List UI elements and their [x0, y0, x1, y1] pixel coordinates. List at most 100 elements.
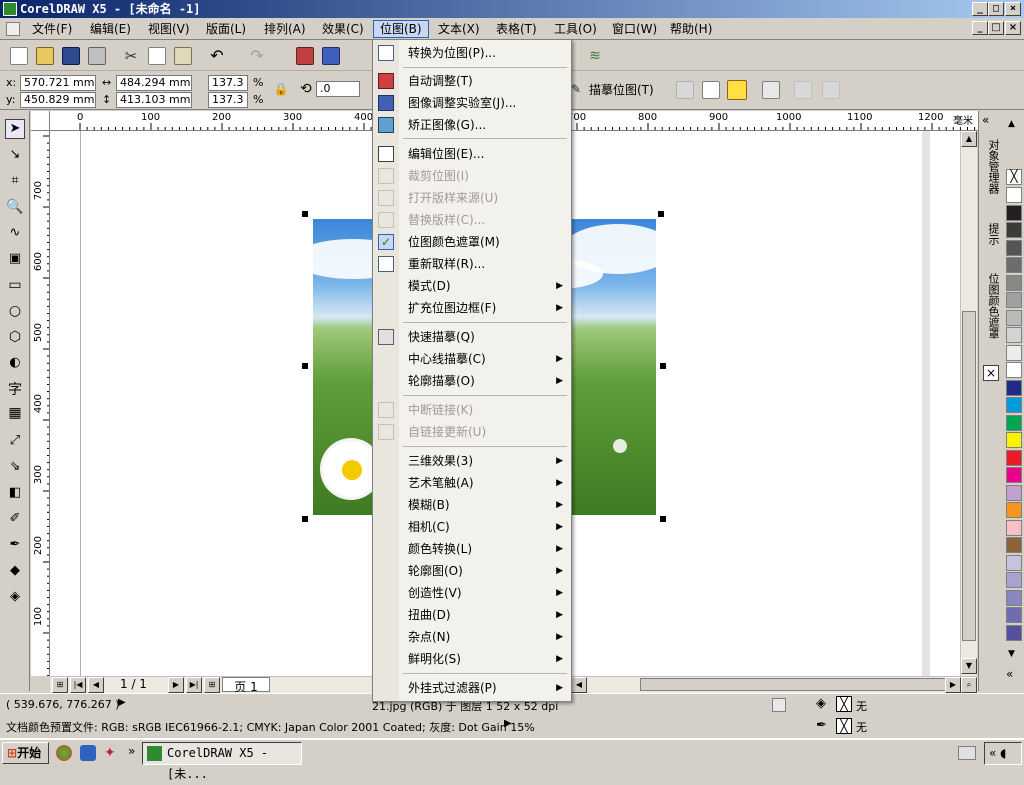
menu-item-replace-layout[interactable]: 替换版样(C)... — [373, 209, 571, 231]
crop-tool-icon[interactable]: ⌗ — [5, 173, 25, 193]
menu-effects[interactable]: 效果(C) — [316, 20, 370, 38]
color-swatch[interactable] — [1006, 572, 1022, 588]
color-mask-icon[interactable] — [727, 80, 747, 100]
wrap-text-icon[interactable] — [762, 81, 780, 99]
menu-item-contour[interactable]: 轮廓图(O) ▶ — [373, 560, 571, 582]
color-swatch[interactable] — [1006, 537, 1022, 553]
color-swatch[interactable] — [1006, 589, 1022, 606]
to-front-icon[interactable] — [794, 81, 812, 99]
doc-minimize-button[interactable]: _ — [972, 21, 988, 35]
ie-icon[interactable] — [80, 745, 96, 761]
color-swatch[interactable] — [1006, 467, 1022, 483]
x-position-field[interactable]: 570.721 mm — [20, 75, 96, 91]
close-docker-icon[interactable]: × — [983, 365, 999, 381]
dimension-tool-icon[interactable]: ⤢ — [5, 433, 25, 453]
menu-item-mode[interactable]: 模式(D) ▶ — [373, 275, 571, 297]
menu-item-inflate-bitmap[interactable]: 扩充位图边框(F) ▶ — [373, 297, 571, 319]
doc-close-button[interactable]: × — [1005, 21, 1021, 35]
print-icon[interactable] — [88, 47, 106, 65]
menu-arrange[interactable]: 排列(A) — [258, 20, 312, 38]
menu-item-update-from-link[interactable]: 自链接更新(U) — [373, 421, 571, 443]
tray-expand-button[interactable]: « ◖ — [984, 742, 1022, 765]
start-button[interactable]: ⊞开始 — [2, 742, 49, 764]
scroll-up-button[interactable]: ▲ — [961, 131, 977, 147]
polygon-tool-icon[interactable]: ⬡ — [5, 329, 25, 349]
outline-tool-icon[interactable]: ✒ — [5, 537, 25, 557]
y-position-field[interactable]: 450.829 mm — [20, 92, 96, 108]
connector-tool-icon[interactable]: ⇘ — [5, 459, 25, 479]
close-button[interactable]: × — [1005, 2, 1021, 16]
redo-icon[interactable]: ↷ — [248, 47, 266, 65]
color-swatch[interactable] — [1006, 362, 1022, 378]
options-icon[interactable]: ≋ — [586, 47, 604, 65]
doc-restore-button[interactable]: □ — [988, 21, 1004, 35]
menu-item-noise[interactable]: 杂点(N) ▶ — [373, 626, 571, 648]
open-icon[interactable] — [36, 47, 54, 65]
color-swatch[interactable] — [1006, 344, 1022, 361]
menu-item-plugins[interactable]: 外挂式过滤器(P) ▶ — [373, 677, 571, 699]
color-swatch[interactable] — [1006, 484, 1022, 501]
crop-icon[interactable] — [676, 81, 694, 99]
next-page-button[interactable]: ▶ — [168, 677, 184, 693]
lock-ratio-icon[interactable]: 🔒 — [272, 82, 290, 100]
cut-icon[interactable]: ✂ — [122, 47, 140, 65]
menu-bitmaps[interactable]: 位图(B) — [373, 20, 429, 38]
height-field[interactable]: 413.103 mm — [116, 92, 192, 108]
document-icon[interactable] — [2, 20, 26, 38]
color-swatch[interactable] — [1006, 554, 1022, 571]
color-swatch[interactable] — [1006, 257, 1022, 273]
copy-icon[interactable] — [148, 47, 166, 65]
undo-icon[interactable]: ↶ — [208, 47, 226, 65]
menu-item-image-adjustment-lab[interactable]: 图像调整实验室(J)... — [373, 92, 571, 114]
browser-icon[interactable] — [56, 745, 72, 761]
vertical-scroll-thumb[interactable] — [962, 311, 976, 641]
collapse-docker-icon[interactable]: « — [982, 113, 989, 127]
docker-tab-object-manager[interactable]: 对象管理器 — [982, 139, 1002, 194]
menu-item-convert-to-bitmap[interactable]: 转换为位图(P)... — [373, 42, 571, 64]
table-tool-icon[interactable]: ▦ — [5, 405, 25, 425]
menu-item-art-strokes[interactable]: 艺术笔触(A) ▶ — [373, 472, 571, 494]
text-tool-icon[interactable]: 字 — [5, 379, 25, 399]
scale-x-field[interactable]: 137.3 — [208, 75, 248, 91]
width-field[interactable]: 484.294 mm — [116, 75, 192, 91]
menu-item-break-link[interactable]: 中断链接(K) — [373, 399, 571, 421]
color-swatch[interactable] — [1006, 204, 1022, 221]
ellipse-tool-icon[interactable]: ○ — [5, 303, 25, 323]
menu-item-edit-bitmap[interactable]: 编辑位图(E)... — [373, 143, 571, 165]
app-launch-icon[interactable]: ✦ — [104, 745, 120, 761]
scroll-right-button[interactable]: ▶ — [945, 677, 961, 693]
menu-item-sharpen[interactable]: 鲜明化(S) ▶ — [373, 648, 571, 670]
navigator-icon[interactable]: ⌕ — [961, 677, 977, 693]
color-swatch[interactable] — [1006, 292, 1022, 308]
fill-swatch[interactable]: ╳ — [836, 696, 852, 712]
menu-item-quick-trace[interactable]: 快速描摹(Q) — [373, 326, 571, 348]
color-swatch[interactable] — [1006, 327, 1022, 343]
selection-handle[interactable] — [302, 363, 308, 369]
prev-page-button[interactable]: ◀ — [88, 677, 104, 693]
menu-item-centerline-trace[interactable]: 中心线描摹(C) ▶ — [373, 348, 571, 370]
interactive-fill-tool-icon[interactable]: ◈ — [5, 589, 25, 609]
scroll-down-button[interactable]: ▼ — [961, 658, 977, 674]
page-tab[interactable]: 页 1 — [222, 677, 270, 694]
menu-view[interactable]: 视图(V) — [142, 20, 196, 38]
freehand-tool-icon[interactable]: ∿ — [5, 225, 25, 245]
profile-arrow-icon[interactable]: ▶ — [504, 718, 512, 729]
eyedropper-tool-icon[interactable]: ✐ — [5, 511, 25, 531]
palette-expand-icon[interactable]: « — [1006, 667, 1013, 681]
outline-swatch[interactable]: ╳ — [836, 718, 852, 734]
menu-text[interactable]: 文本(X) — [432, 20, 486, 38]
selection-handle[interactable] — [302, 516, 308, 522]
vertical-scrollbar[interactable]: ▲ ▼ — [960, 131, 977, 676]
palette-scroll-up-icon[interactable]: ▲ — [1008, 119, 1015, 129]
menu-item-resample[interactable]: 重新取样(R)... — [373, 253, 571, 275]
keyboard-icon[interactable] — [958, 746, 976, 760]
color-swatch[interactable] — [1006, 414, 1022, 431]
color-swatch[interactable] — [1006, 519, 1022, 536]
import-icon[interactable] — [296, 47, 314, 65]
shape-tool-icon[interactable]: ↘ — [5, 147, 25, 167]
menu-file[interactable]: 文件(F) — [26, 20, 78, 38]
docker-tab-hints[interactable]: 提示 — [982, 223, 1002, 245]
menu-layout[interactable]: 版面(L) — [200, 20, 252, 38]
status-arrow-icon[interactable]: ▶ — [118, 697, 126, 708]
selection-handle[interactable] — [660, 363, 666, 369]
